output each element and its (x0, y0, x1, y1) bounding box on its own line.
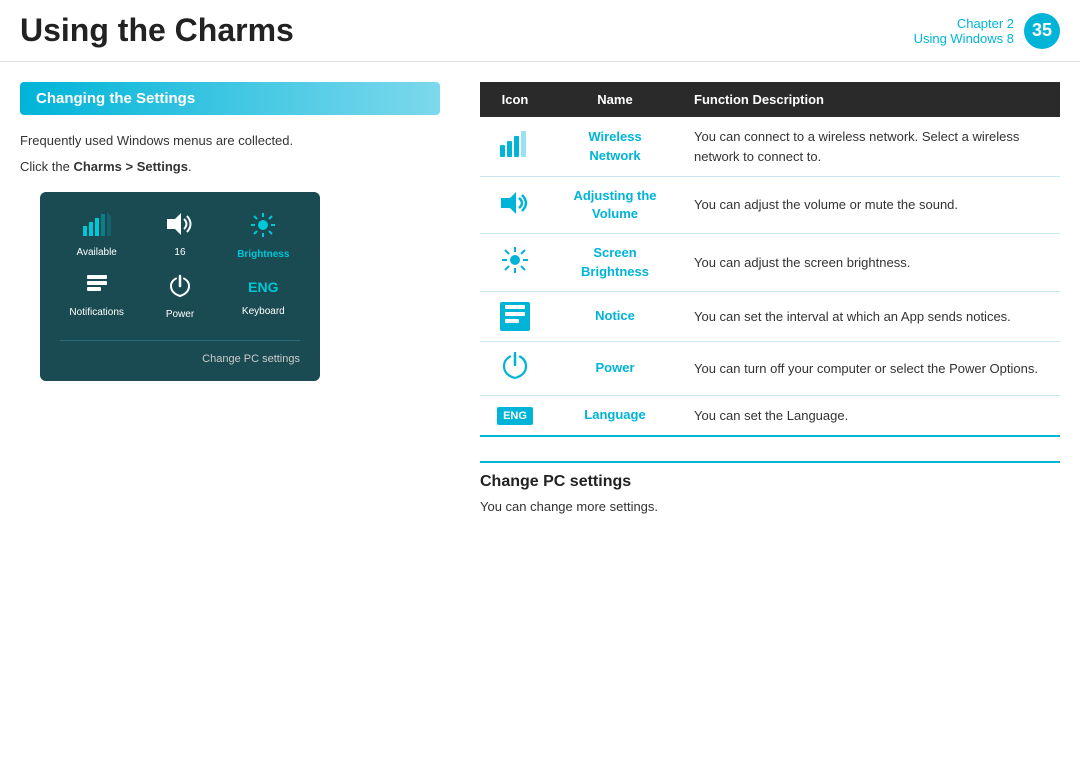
left-column: Changing the Settings Frequently used Wi… (20, 82, 440, 740)
col-desc: Function Description (680, 82, 1060, 117)
table-row: ScreenBrightness You can adjust the scree… (480, 234, 1060, 291)
table-desc-text: You can connect to a wireless network. S… (694, 129, 1019, 164)
table-desc-text: You can set the Language. (694, 408, 848, 423)
brightness-icon (250, 212, 276, 243)
chapter-info: Chapter 2 Using Windows 8 35 (914, 13, 1060, 49)
table-name-text: ScreenBrightness (564, 244, 666, 280)
section-header: Changing the Settings (20, 82, 440, 115)
notice-table-icon (500, 302, 530, 331)
bottom-text: You can change more settings. (480, 497, 1060, 517)
table-cell-desc: You can set the Language. (680, 395, 1060, 436)
bottom-divider (480, 461, 1060, 463)
volume-table-icon (501, 190, 529, 216)
table-name-text: Notice (564, 307, 666, 325)
table-cell-name: Language (550, 395, 680, 436)
table-desc-text: You can adjust the volume or mute the so… (694, 197, 958, 212)
table-desc-text: You can turn off your computer or select… (694, 361, 1038, 376)
table-name-text: WirelessNetwork (564, 128, 666, 164)
table-name-text: Adjusting theVolume (564, 187, 666, 223)
charm-panel: Available 16 (40, 192, 320, 381)
table-name-text: Power (564, 359, 666, 377)
charm-label-brightness: Brightness (237, 249, 289, 260)
desc-text-1: Frequently used Windows menus are collec… (20, 131, 440, 151)
charm-divider (60, 340, 300, 341)
settings-table: Icon Name Function Description WirelessN… (480, 82, 1060, 437)
chapter-sublabel: Using Windows 8 (914, 31, 1014, 46)
table-cell-icon: ENG (480, 395, 550, 436)
charm-label-volume: 16 (174, 247, 185, 258)
table-cell-icon (480, 177, 550, 234)
charm-item-notifications: Notifications (60, 274, 133, 320)
page-header: Using the Charms Chapter 2 Using Windows… (0, 0, 1080, 62)
bottom-section: Change PC settings You can change more s… (480, 461, 1060, 517)
table-cell-name: WirelessNetwork (550, 117, 680, 177)
col-name: Name (550, 82, 680, 117)
bottom-title: Change PC settings (480, 473, 1060, 491)
table-cell-desc: You can connect to a wireless network. S… (680, 117, 1060, 177)
table-row: Adjusting theVolume You can adjust the vo… (480, 177, 1060, 234)
charm-label-notifications: Notifications (69, 307, 123, 318)
charm-grid: Available 16 (60, 212, 300, 320)
power-table-icon (502, 352, 528, 380)
charm-item-power: Power (143, 274, 216, 320)
charm-label-available: Available (76, 247, 116, 258)
chapter-text: Chapter 2 Using Windows 8 (914, 16, 1014, 46)
table-row: Notice You can set the interval at which … (480, 291, 1060, 341)
table-header-row: Icon Name Function Description (480, 82, 1060, 117)
table-cell-icon (480, 234, 550, 291)
desc-text-2: Click the Charms > Settings. (20, 157, 440, 177)
table-cell-icon (480, 291, 550, 341)
table-cell-name: Notice (550, 291, 680, 341)
table-cell-name: Adjusting theVolume (550, 177, 680, 234)
table-cell-desc: You can set the interval at which an App… (680, 291, 1060, 341)
wifi-icon (83, 212, 111, 241)
table-cell-icon (480, 117, 550, 177)
table-row: ENG Language You can set the Language. (480, 395, 1060, 436)
table-cell-name: Power (550, 341, 680, 395)
right-column: Icon Name Function Description WirelessN… (480, 82, 1060, 740)
charm-footer: Change PC settings (60, 353, 300, 365)
table-desc-text: You can set the interval at which an App… (694, 309, 1011, 324)
power-icon-charm (168, 274, 192, 303)
charm-item-keyboard: ENG Keyboard (227, 274, 300, 320)
table-cell-icon (480, 341, 550, 395)
brightness-table-icon (501, 246, 529, 274)
table-name-text: Language (564, 406, 666, 424)
volume-icon (167, 212, 193, 241)
main-content: Changing the Settings Frequently used Wi… (0, 62, 1080, 760)
charm-item-wifi: Available (60, 212, 133, 260)
chapter-label: Chapter 2 (914, 16, 1014, 31)
charms-settings-bold: Charms > Settings (73, 159, 188, 174)
keyboard-icon: ENG (248, 274, 278, 300)
table-cell-name: ScreenBrightness (550, 234, 680, 291)
table-row: WirelessNetwork You can connect to a wire… (480, 117, 1060, 177)
eng-table-icon: ENG (497, 407, 533, 425)
chapter-number: 35 (1024, 13, 1060, 49)
table-cell-desc: You can turn off your computer or select… (680, 341, 1060, 395)
charm-item-brightness: Brightness (227, 212, 300, 260)
charm-item-volume: 16 (143, 212, 216, 260)
charm-label-power: Power (166, 309, 194, 320)
charm-label-keyboard: Keyboard (242, 306, 285, 317)
notifications-icon (86, 274, 108, 301)
table-row: Power You can turn off your computer or s… (480, 341, 1060, 395)
table-cell-desc: You can adjust the screen brightness. (680, 234, 1060, 291)
col-icon: Icon (480, 82, 550, 117)
wifi-table-icon (500, 131, 530, 157)
page-title: Using the Charms (20, 12, 294, 49)
table-cell-desc: You can adjust the volume or mute the so… (680, 177, 1060, 234)
table-desc-text: You can adjust the screen brightness. (694, 255, 910, 270)
